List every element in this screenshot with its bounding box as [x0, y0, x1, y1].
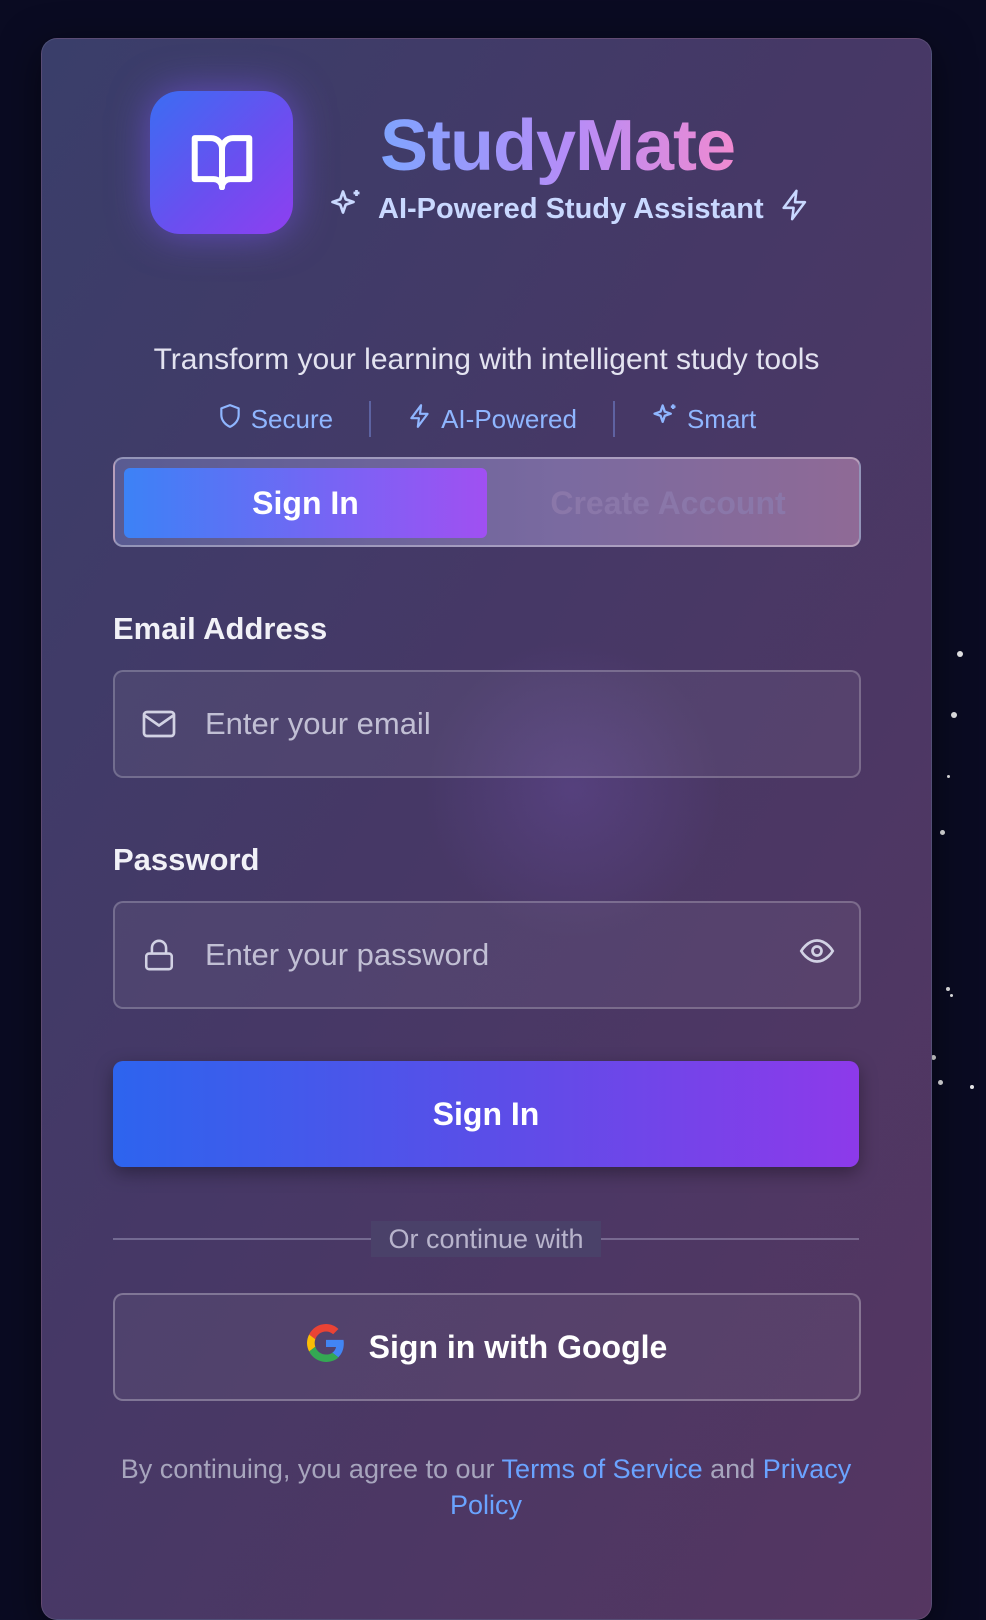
password-label: Password: [113, 842, 260, 877]
star: [970, 1085, 974, 1089]
tagline: Transform your learning with intelligent…: [153, 343, 820, 376]
star: [947, 775, 950, 778]
logo: [150, 91, 293, 234]
sparkles-icon: [651, 402, 679, 437]
app-title: StudyMate: [380, 101, 736, 191]
star: [950, 994, 953, 997]
feature-secure: Secure: [181, 402, 369, 437]
sparkles-icon: [328, 187, 364, 231]
lightning-icon: [407, 402, 433, 437]
tab-sign-in[interactable]: Sign In: [124, 468, 487, 538]
lock-icon: [139, 938, 179, 972]
star: [957, 651, 963, 657]
email-input[interactable]: Enter your email: [205, 706, 431, 742]
legal-notice: By continuing, you agree to our Terms of…: [113, 1451, 859, 1523]
subtitle-text: AI-Powered Study Assistant: [378, 192, 764, 225]
feature-label: Smart: [686, 403, 757, 434]
star: [938, 1080, 943, 1085]
book-icon: [188, 130, 256, 195]
feature-smart: Smart: [615, 402, 792, 437]
feature-ai-powered: AI-Powered: [371, 402, 613, 437]
password-input[interactable]: Enter your password: [205, 937, 489, 973]
email-field[interactable]: Enter your email: [113, 670, 861, 778]
legal-and: and: [710, 1454, 756, 1484]
star: [940, 830, 945, 835]
feature-label: AI-Powered: [441, 403, 577, 434]
mail-icon: [139, 709, 179, 739]
email-label: Email Address: [113, 611, 328, 646]
password-field[interactable]: Enter your password: [113, 901, 861, 1009]
auth-card: StudyMate AI-Powered Study Assistant Tra…: [41, 38, 932, 1620]
eye-icon[interactable]: [799, 933, 835, 974]
sign-in-button[interactable]: Sign In: [113, 1061, 859, 1167]
app-subtitle: AI-Powered Study Assistant: [328, 189, 812, 229]
star: [951, 712, 957, 718]
google-button-label: Sign in with Google: [368, 1328, 668, 1365]
feature-label: Secure: [250, 403, 334, 434]
feature-badges: Secure AI-Powered Smart: [42, 401, 931, 437]
star: [946, 987, 950, 991]
auth-tabs: Sign In Create Account: [113, 457, 861, 547]
legal-prefix: By continuing, you agree to our: [120, 1454, 495, 1484]
tab-create-account[interactable]: Create Account: [487, 468, 849, 538]
terms-link[interactable]: Terms of Service: [502, 1454, 703, 1484]
google-sign-in-button[interactable]: Sign in with Google: [113, 1293, 861, 1401]
divider-text: Or continue with: [371, 1221, 601, 1257]
lightning-icon: [778, 187, 812, 231]
google-icon: [306, 1324, 345, 1370]
shield-icon: [217, 402, 243, 437]
